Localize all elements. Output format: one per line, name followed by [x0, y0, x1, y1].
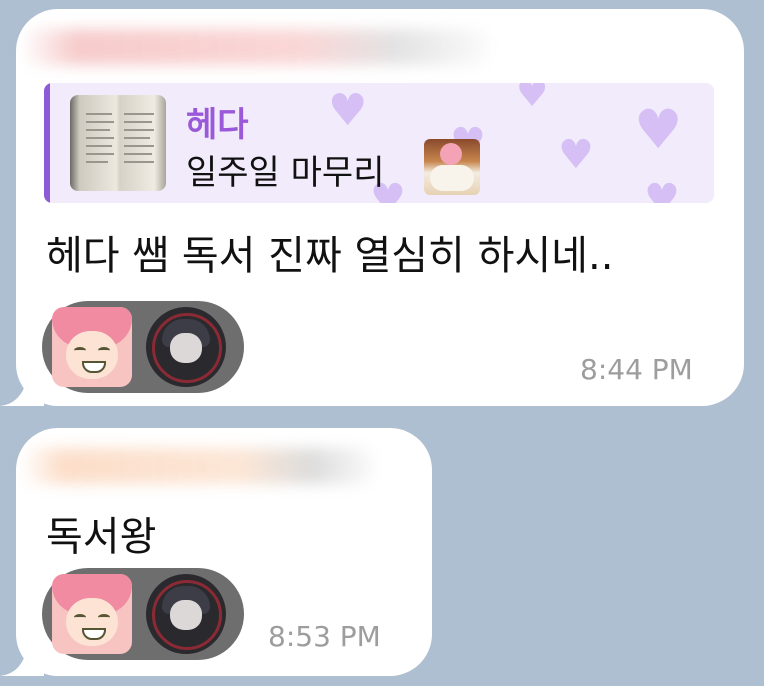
message-text: 독서왕: [46, 514, 157, 560]
heart-icon: ♥: [558, 132, 594, 178]
reply-accent-bar: [44, 83, 50, 203]
reply-thumbnail: [70, 95, 166, 191]
message-text: 헤다 쌤 독서 진짜 열심히 하시네..: [46, 233, 614, 279]
heart-icon: ♥: [328, 85, 368, 136]
heart-icon: ♥: [516, 83, 549, 115]
heart-icon: ♥: [634, 98, 683, 161]
heart-icon: ♥: [644, 176, 680, 203]
message-timestamp: 8:44 PM: [580, 353, 693, 386]
reaction-pill[interactable]: [42, 568, 244, 660]
reaction-avatar-pink-hair: [52, 307, 132, 387]
sender-name-redacted: [20, 448, 376, 484]
reply-sender-name: 헤다: [186, 105, 249, 145]
reaction-avatar-dark-hair: [146, 307, 226, 387]
bubble-tail: [0, 360, 44, 406]
reaction-pill[interactable]: [42, 301, 244, 393]
message-bubble[interactable]: ♥ ♥ ♥ ♥ ♥ ♥ ♥ 헤다 일주일 마무리 헤다 쌤: [16, 9, 744, 406]
sender-name-redacted: [20, 29, 490, 65]
message-bubble[interactable]: 독서왕 8:53 PM: [16, 428, 432, 676]
sticker-icon: [424, 139, 480, 195]
reply-preview[interactable]: ♥ ♥ ♥ ♥ ♥ ♥ ♥ 헤다 일주일 마무리: [44, 83, 714, 203]
reply-message-text: 일주일 마무리: [186, 153, 385, 193]
reaction-avatar-dark-hair: [146, 574, 226, 654]
bubble-tail: [0, 630, 44, 676]
message-timestamp: 8:53 PM: [268, 620, 381, 653]
reaction-avatar-pink-hair: [52, 574, 132, 654]
